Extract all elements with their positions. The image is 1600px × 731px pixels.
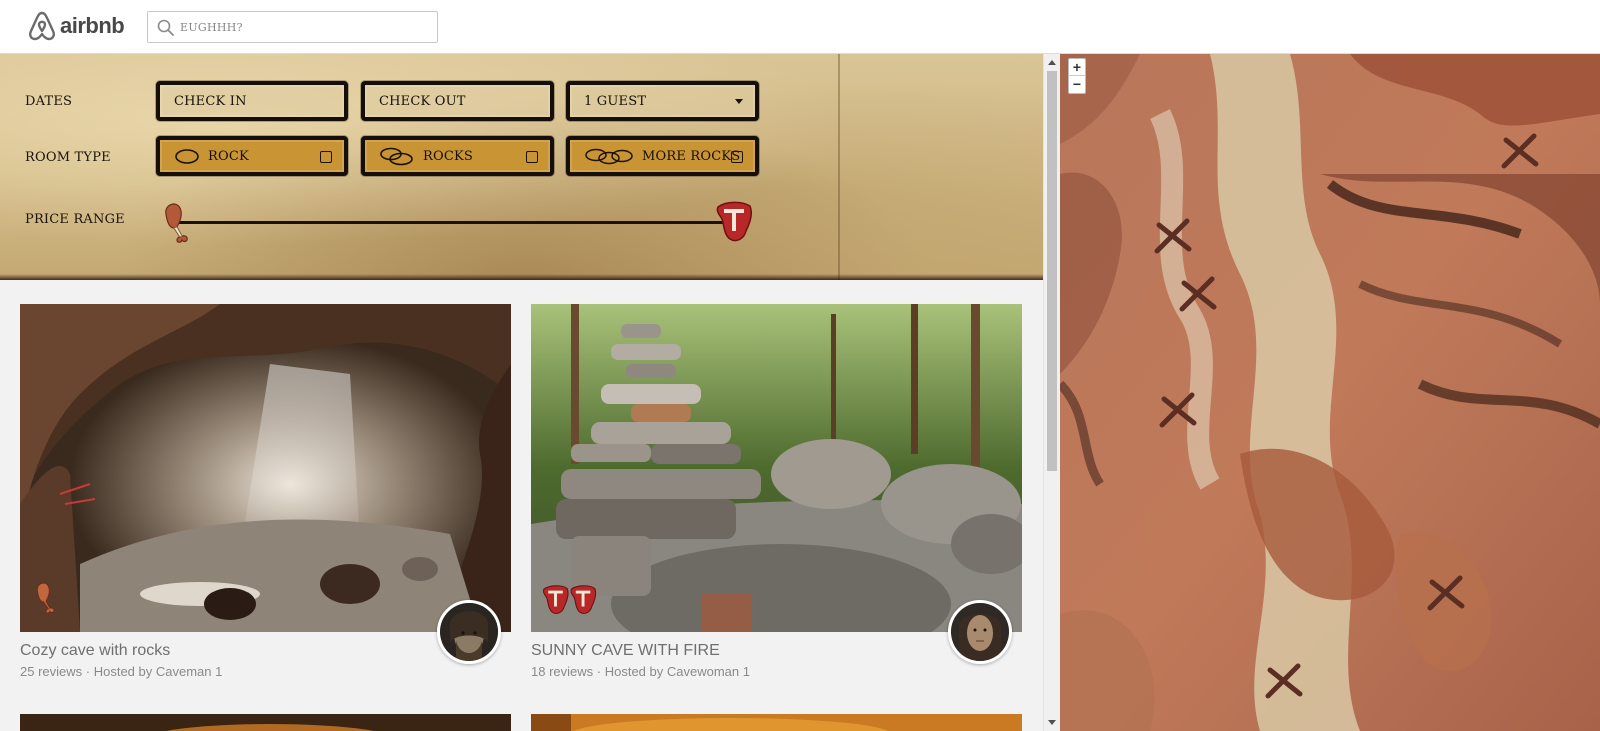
- airbnb-belo-icon: [29, 11, 55, 41]
- listing-meta: 25 reviews · Hosted by Caveman 1: [20, 664, 222, 679]
- listing-host: Hosted by Cavewoman 1: [604, 664, 750, 679]
- room-type-rocks[interactable]: ROCKS: [361, 136, 554, 176]
- steak-icon[interactable]: [714, 199, 754, 245]
- check-out-text: CHECK OUT: [379, 93, 466, 109]
- dates-label: DATES: [25, 94, 73, 109]
- room-type-rock-checkbox[interactable]: [320, 151, 332, 163]
- map-zoom-control: + −: [1068, 58, 1086, 94]
- host-avatar[interactable]: [437, 600, 501, 664]
- search-box[interactable]: [147, 11, 438, 43]
- two-rocks-icon: [380, 147, 413, 166]
- listing-title[interactable]: SUNNY CAVE WITH FIRE: [531, 642, 720, 660]
- listing-title[interactable]: Cozy cave with rocks: [20, 642, 170, 660]
- guests-select[interactable]: 1 GUEST: [566, 81, 759, 121]
- top-bar: airbnb: [0, 0, 1600, 54]
- x-mark-icon[interactable]: [1264, 662, 1304, 700]
- check-in-text: CHECK IN: [174, 93, 247, 109]
- chevron-down-icon: [735, 99, 743, 104]
- drumstick-icon[interactable]: [160, 200, 194, 246]
- scroll-up-arrow-icon[interactable]: [1048, 60, 1056, 65]
- listing-photo-rock-cairn[interactable]: [531, 304, 1022, 632]
- listing-photo-cave[interactable]: [20, 304, 511, 632]
- host-portrait: [951, 603, 1009, 661]
- map-panel[interactable]: + −: [1060, 54, 1600, 731]
- listing-photo-cave-dark: [20, 714, 511, 731]
- host-portrait: [440, 603, 498, 661]
- listing-meta: 18 reviews · Hosted by Cavewoman 1: [531, 664, 750, 679]
- room-type-more-rocks-label: MORE ROCKS: [642, 148, 741, 164]
- x-mark-icon[interactable]: [1500, 132, 1540, 170]
- filter-panel: DATES CHECK IN CHECK OUT 1 GUEST ROOM TY…: [0, 54, 1043, 280]
- host-avatar[interactable]: [948, 600, 1012, 664]
- check-in-field[interactable]: CHECK IN: [156, 81, 348, 121]
- scroll-thumb[interactable]: [1047, 71, 1057, 471]
- zoom-in-button[interactable]: +: [1069, 59, 1085, 76]
- search-icon: [157, 19, 174, 36]
- listing-photo-next[interactable]: [20, 714, 511, 731]
- listing-card[interactable]: Cozy cave with rocks 25 reviews · Hosted…: [20, 304, 511, 684]
- double-steak-icon: [542, 585, 597, 614]
- x-mark-icon[interactable]: [1158, 391, 1198, 429]
- listing-host: Hosted by Caveman 1: [93, 664, 223, 679]
- listings-scrollbar[interactable]: [1043, 54, 1060, 731]
- room-type-more-rocks[interactable]: MORE ROCKS: [566, 136, 759, 176]
- drumstick-icon: [36, 582, 55, 614]
- single-rock-icon: [175, 149, 199, 164]
- guests-value: 1 GUEST: [584, 93, 647, 109]
- room-type-rocks-label: ROCKS: [423, 148, 474, 164]
- rock-pile-icon: [585, 148, 633, 165]
- room-type-more-rocks-checkbox[interactable]: [731, 151, 743, 163]
- listing-reviews: 25 reviews: [20, 664, 83, 679]
- listing-card[interactable]: SUNNY CAVE WITH FIRE 18 reviews · Hosted…: [531, 304, 1022, 684]
- price-range-label: PRICE RANGE: [25, 212, 125, 227]
- listings-grid: Cozy cave with rocks 25 reviews · Hosted…: [0, 280, 1043, 731]
- room-type-rock-label: ROCK: [208, 148, 249, 164]
- listing-photo-next[interactable]: [531, 714, 1022, 731]
- meta-separator: ·: [596, 664, 605, 679]
- airbnb-logo[interactable]: airbnb: [27, 9, 131, 43]
- check-out-field[interactable]: CHECK OUT: [361, 81, 554, 121]
- meta-separator: ·: [85, 664, 94, 679]
- search-input[interactable]: [180, 16, 430, 38]
- room-type-label: ROOM TYPE: [25, 150, 111, 165]
- parchment-fold: [838, 54, 840, 280]
- listing-photo-cave-orange: [531, 714, 1022, 731]
- x-mark-icon[interactable]: [1178, 275, 1218, 313]
- room-type-rocks-checkbox[interactable]: [526, 151, 538, 163]
- scroll-down-arrow-icon[interactable]: [1048, 720, 1056, 725]
- room-type-rock[interactable]: ROCK: [156, 136, 348, 176]
- zoom-out-button[interactable]: −: [1069, 76, 1085, 93]
- price-range-track[interactable]: [175, 221, 731, 224]
- x-mark-icon[interactable]: [1153, 217, 1193, 255]
- logo-text: airbnb: [60, 13, 125, 38]
- x-mark-icon[interactable]: [1426, 574, 1466, 612]
- listing-reviews: 18 reviews: [531, 664, 594, 679]
